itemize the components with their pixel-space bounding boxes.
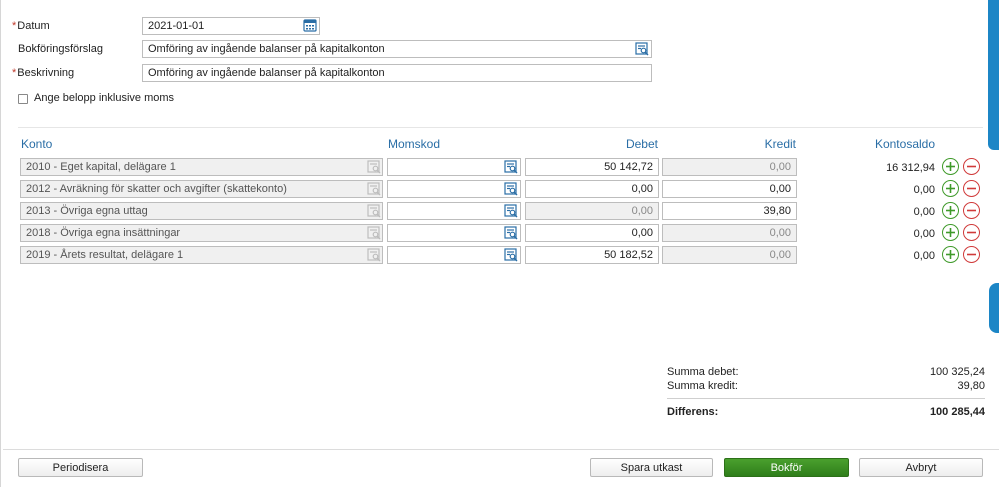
search-list-icon[interactable] bbox=[504, 204, 518, 218]
bokfor-button[interactable]: Bokför bbox=[724, 458, 849, 477]
saldo-value: 0,00 bbox=[913, 228, 935, 240]
search-list-icon[interactable] bbox=[635, 42, 649, 56]
saldo-value: 0,00 bbox=[913, 184, 935, 196]
kredit-field[interactable]: 0,00 bbox=[662, 158, 797, 176]
datum-label-text: Datum bbox=[17, 20, 50, 32]
required-marker: * bbox=[12, 67, 17, 79]
plus-circle-icon bbox=[946, 162, 955, 171]
debet-field[interactable]: 0,00 bbox=[525, 224, 659, 242]
forslag-field[interactable]: Omföring av ingående balanser på kapital… bbox=[142, 40, 652, 58]
minus-circle-icon bbox=[967, 187, 976, 190]
saldo-value: 0,00 bbox=[913, 206, 935, 218]
moms-checkbox[interactable] bbox=[18, 94, 28, 104]
remove-row-button[interactable] bbox=[963, 180, 980, 197]
konto-field[interactable]: 2018 - Övriga egna insättningar bbox=[20, 224, 383, 242]
search-list-icon[interactable] bbox=[367, 182, 381, 196]
kredit-field[interactable]: 0,00 bbox=[662, 246, 797, 264]
kredit-field[interactable]: 0,00 bbox=[662, 180, 797, 198]
beskrivning-label: *Beskrivning bbox=[12, 67, 74, 79]
add-row-button[interactable] bbox=[942, 224, 959, 241]
avbryt-button[interactable]: Avbryt bbox=[859, 458, 983, 477]
plus-circle-icon bbox=[946, 184, 955, 193]
plus-circle-icon bbox=[946, 206, 955, 215]
spara-utkast-button[interactable]: Spara utkast bbox=[590, 458, 713, 477]
section-divider bbox=[18, 127, 983, 128]
minus-circle-icon bbox=[967, 165, 976, 168]
konto-value: 2018 - Övriga egna insättningar bbox=[26, 227, 181, 239]
search-list-icon[interactable] bbox=[504, 160, 518, 174]
momskod-field[interactable] bbox=[387, 224, 521, 242]
debet-field[interactable]: 50 142,72 bbox=[525, 158, 659, 176]
periodisera-button[interactable]: Periodisera bbox=[18, 458, 143, 477]
beskrivning-label-text: Beskrivning bbox=[17, 67, 75, 79]
konto-field[interactable]: 2012 - Avräkning för skatter och avgifte… bbox=[20, 180, 383, 198]
summa-debet-label: Summa debet: bbox=[667, 366, 739, 378]
konto-field[interactable]: 2010 - Eget kapital, delägare 1 bbox=[20, 158, 383, 176]
momskod-field[interactable] bbox=[387, 180, 521, 198]
momskod-field[interactable] bbox=[387, 158, 521, 176]
remove-row-button[interactable] bbox=[963, 202, 980, 219]
datum-value: 2021-01-01 bbox=[148, 20, 205, 32]
header-kredit: Kredit bbox=[764, 137, 796, 151]
side-help-tab[interactable] bbox=[989, 283, 999, 333]
momskod-field[interactable] bbox=[387, 246, 521, 264]
datum-field[interactable]: 2021-01-01 bbox=[142, 17, 320, 35]
forslag-label: Bokföringsförslag bbox=[18, 43, 103, 55]
forslag-value: Omföring av ingående balanser på kapital… bbox=[148, 43, 385, 55]
datum-label: *Datum bbox=[12, 20, 50, 32]
header-kontosaldo: Kontosaldo bbox=[874, 137, 935, 151]
summa-kredit-value: 39,80 bbox=[957, 380, 985, 392]
search-list-icon[interactable] bbox=[504, 248, 518, 262]
remove-row-button[interactable] bbox=[963, 224, 980, 241]
konto-field[interactable]: 2019 - Årets resultat, delägare 1 bbox=[20, 246, 383, 264]
debet-field[interactable]: 0,00 bbox=[525, 180, 659, 198]
minus-circle-icon bbox=[967, 231, 976, 234]
add-row-button[interactable] bbox=[942, 158, 959, 175]
add-row-button[interactable] bbox=[942, 202, 959, 219]
search-list-icon[interactable] bbox=[504, 226, 518, 240]
search-list-icon[interactable] bbox=[367, 204, 381, 218]
beskrivning-field[interactable]: Omföring av ingående balanser på kapital… bbox=[142, 64, 652, 82]
header-konto: Konto bbox=[21, 137, 53, 151]
side-panel-tab[interactable] bbox=[988, 0, 999, 150]
kredit-field[interactable]: 0,00 bbox=[662, 224, 797, 242]
header-debet: Debet bbox=[625, 137, 658, 151]
saldo-value: 0,00 bbox=[913, 250, 935, 262]
differens-label: Differens: bbox=[667, 406, 719, 418]
summa-kredit-label: Summa kredit: bbox=[667, 380, 738, 392]
calendar-icon[interactable] bbox=[303, 18, 317, 32]
konto-value: 2019 - Årets resultat, delägare 1 bbox=[26, 249, 184, 261]
konto-value: 2013 - Övriga egna uttag bbox=[26, 205, 148, 217]
search-list-icon[interactable] bbox=[367, 226, 381, 240]
plus-circle-icon bbox=[946, 228, 955, 237]
journal-entry-form: *Datum 2021-01-01 Bokföringsförslag Omfö… bbox=[0, 0, 999, 487]
beskrivning-value: Omföring av ingående balanser på kapital… bbox=[148, 67, 385, 79]
minus-circle-icon bbox=[967, 209, 976, 212]
search-list-icon[interactable] bbox=[504, 182, 518, 196]
add-row-button[interactable] bbox=[942, 246, 959, 263]
footer-divider bbox=[3, 449, 999, 450]
summary-divider bbox=[667, 398, 985, 399]
kredit-field[interactable]: 39,80 bbox=[662, 202, 797, 220]
add-row-button[interactable] bbox=[942, 180, 959, 197]
remove-row-button[interactable] bbox=[963, 246, 980, 263]
differens-value: 100 285,44 bbox=[929, 406, 985, 418]
search-list-icon[interactable] bbox=[367, 160, 381, 174]
debet-field[interactable]: 0,00 bbox=[525, 202, 659, 220]
search-list-icon[interactable] bbox=[367, 248, 381, 262]
moms-checkbox-label: Ange belopp inklusive moms bbox=[34, 92, 175, 104]
konto-value: 2012 - Avräkning för skatter och avgifte… bbox=[26, 183, 287, 195]
header-momskod: Momskod bbox=[388, 137, 441, 151]
plus-circle-icon bbox=[946, 250, 955, 259]
debet-field[interactable]: 50 182,52 bbox=[525, 246, 659, 264]
summa-debet-value: 100 325,24 bbox=[929, 366, 985, 378]
konto-field[interactable]: 2013 - Övriga egna uttag bbox=[20, 202, 383, 220]
momskod-field[interactable] bbox=[387, 202, 521, 220]
minus-circle-icon bbox=[967, 253, 976, 256]
required-marker: * bbox=[12, 20, 17, 32]
remove-row-button[interactable] bbox=[963, 158, 980, 175]
saldo-value: 16 312,94 bbox=[886, 162, 935, 174]
konto-value: 2010 - Eget kapital, delägare 1 bbox=[26, 161, 176, 173]
